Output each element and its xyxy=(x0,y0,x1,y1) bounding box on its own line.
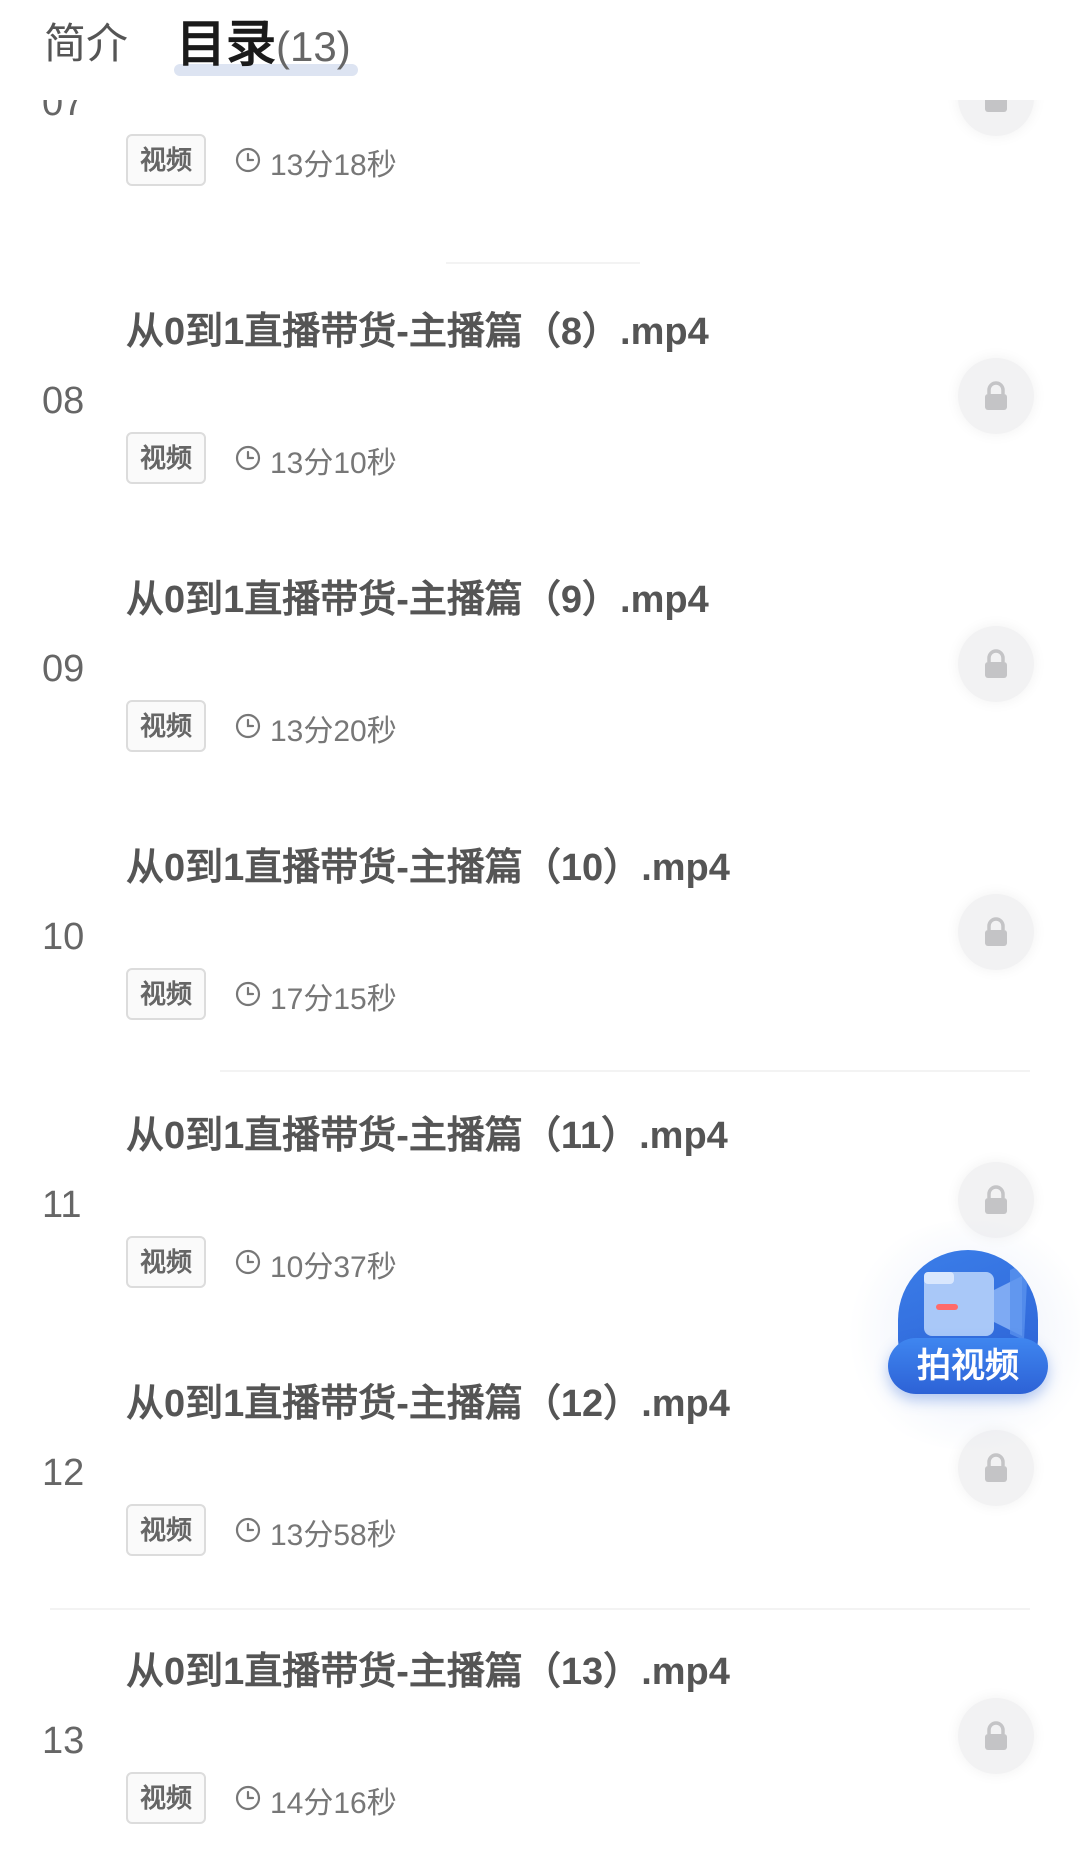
lock-icon xyxy=(985,917,1007,946)
lesson-number: 13 xyxy=(42,1720,85,1762)
lock-icon xyxy=(985,1453,1007,1482)
lesson-row-09[interactable]: 09 从0到1直播带货-主播篇（9）.mp4 视频 13分20秒 xyxy=(0,536,1080,804)
lock-icon xyxy=(985,1721,1007,1750)
lesson-number: 12 xyxy=(42,1452,85,1494)
video-tag: 视频 xyxy=(126,700,206,752)
lesson-row-08[interactable]: 08 从0到1直播带货-主播篇（8）.mp4 视频 13分10秒 xyxy=(0,268,1080,536)
lesson-row-10[interactable]: 10 从0到1直播带货-主播篇（10）.mp4 视频 17分15秒 xyxy=(0,804,1080,1072)
fab-label: 拍视频 xyxy=(888,1338,1048,1394)
catalog-header: 简介 目录(13) xyxy=(0,0,1080,100)
lesson-title: 从0到1直播带货-主播篇（8）.mp4 xyxy=(126,311,709,353)
clock-icon xyxy=(235,1249,261,1275)
clock-icon xyxy=(235,1517,261,1543)
lesson-duration: 13分10秒 xyxy=(270,447,397,480)
video-tag: 视频 xyxy=(126,1504,206,1556)
video-tag: 视频 xyxy=(126,968,206,1020)
lock-icon xyxy=(985,381,1007,410)
lesson-number: 10 xyxy=(42,916,85,958)
lesson-number: 09 xyxy=(42,648,85,690)
tab-intro[interactable]: 简介 xyxy=(44,14,128,74)
tab-catalog-label: 目录 xyxy=(176,16,276,72)
lock-button[interactable] xyxy=(958,626,1034,702)
lesson-title: 从0到1直播带货-主播篇（9）.mp4 xyxy=(126,579,709,621)
lesson-number: 08 xyxy=(42,380,85,422)
lesson-duration: 17分15秒 xyxy=(270,983,397,1016)
video-tag: 视频 xyxy=(126,1236,206,1288)
lock-icon xyxy=(985,649,1007,678)
lock-button[interactable] xyxy=(958,358,1034,434)
tab-catalog-count: (13) xyxy=(276,23,351,70)
video-tag: 视频 xyxy=(126,1772,206,1824)
lock-icon xyxy=(985,1185,1007,1214)
lesson-row-13[interactable]: 13 从0到1直播带货-主播篇（13）.mp4 视频 14分16秒 xyxy=(0,1608,1080,1876)
lesson-duration: 13分18秒 xyxy=(270,149,397,182)
lesson-duration: 13分20秒 xyxy=(270,715,397,748)
lesson-duration: 13分58秒 xyxy=(270,1519,397,1552)
lock-button[interactable] xyxy=(958,894,1034,970)
lock-button[interactable] xyxy=(958,1698,1034,1774)
lesson-title: 从0到1直播带货-主播篇（10）.mp4 xyxy=(126,847,730,889)
video-tag: 视频 xyxy=(126,134,206,186)
lesson-title: 从0到1直播带货-主播篇（12）.mp4 xyxy=(126,1383,730,1425)
lesson-duration: 14分16秒 xyxy=(270,1787,397,1820)
lesson-duration: 10分37秒 xyxy=(270,1251,397,1284)
clock-icon xyxy=(235,1785,261,1811)
lesson-title: 从0到1直播带货-主播篇（13）.mp4 xyxy=(126,1651,730,1693)
clock-icon xyxy=(235,981,261,1007)
video-tag: 视频 xyxy=(126,432,206,484)
shoot-video-button[interactable]: 拍视频 xyxy=(840,1220,1080,1450)
lesson-title: 从0到1直播带货-主播篇（11）.mp4 xyxy=(126,1115,728,1157)
row-divider xyxy=(446,262,640,264)
lesson-number: 11 xyxy=(42,1184,82,1226)
clock-icon xyxy=(235,445,261,471)
clock-icon xyxy=(235,147,261,173)
tab-catalog[interactable]: 目录(13) xyxy=(176,14,351,74)
clock-icon xyxy=(235,713,261,739)
